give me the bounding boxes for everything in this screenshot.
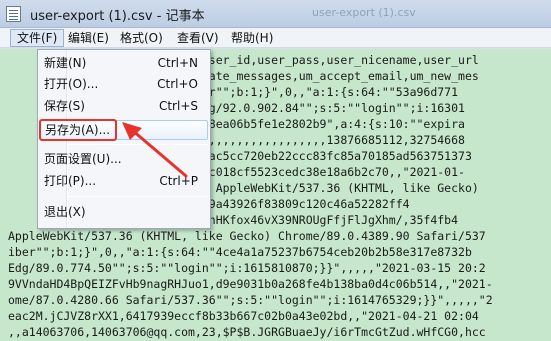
annotation-highlight-box [39, 119, 117, 141]
text-line: eac2M.jCJVZ8rXX1,6417939eccf8b33b667c02b… [8, 309, 479, 323]
menu-item-label: 打开(O)... [44, 77, 99, 91]
text-line: ,,a14063706,14063706@qq.com,23,$P$B.JGRG… [8, 325, 486, 339]
text-line: ome/87.0.4280.66 Safari/537.36"";s:5:""l… [8, 293, 493, 307]
title-bar: user-export (1).csv - 记事本 user-export (1… [0, 0, 551, 28]
menu-item-shortcut: Ctrl+O [157, 77, 198, 91]
menu-format[interactable]: 格式(O) [114, 29, 169, 47]
menu-help[interactable]: 帮助(H) [225, 29, 279, 47]
menu-view[interactable]: 查看(V) [171, 29, 225, 47]
window-title: user-export (1).csv - 记事本 [30, 9, 205, 24]
text-line: AppleWebKit/537.36 (KHTML, like Gecko) C… [8, 229, 486, 243]
menu-item-label: 退出(X) [44, 205, 86, 219]
menu-bar: 文件(F) 编辑(E) 格式(O) 查看(V) 帮助(H) [0, 28, 551, 48]
annotation-arrow-icon [122, 122, 188, 178]
text-line: iber"";b:1;}",0,,"a:1:{s:64:""4ce4a1a752… [8, 245, 472, 259]
menu-separator [68, 196, 208, 197]
text-line: Edg/89.0.774.50"";s:5:""login"";i:161581… [8, 261, 486, 275]
menu-file[interactable]: 文件(F) [10, 29, 65, 47]
menu-item-save[interactable]: 保存(S) Ctrl+S [40, 96, 208, 116]
notepad-app-icon [6, 6, 21, 22]
menu-item-open[interactable]: 打开(O)... Ctrl+O [40, 74, 208, 94]
menu-item-label: 保存(S) [44, 99, 85, 113]
text-line: 9VVndaHD4BpQEIZFvHb9nagRHJuo1,d9e9031b0a… [8, 277, 493, 291]
menu-item-exit[interactable]: 退出(X) [40, 202, 208, 222]
menu-item-label: 打印(P)... [44, 174, 97, 188]
menu-item-label: 新建(N) [44, 56, 87, 70]
menu-item-shortcut: Ctrl+N [157, 56, 198, 70]
menu-item-shortcut: Ctrl+S [158, 99, 198, 113]
menu-item-label: 页面设置(U)... [44, 152, 122, 166]
background-window-title: user-export (1).csv [312, 6, 416, 19]
menu-item-new[interactable]: 新建(N) Ctrl+N [40, 53, 208, 73]
menu-edit[interactable]: 编辑(E) [62, 29, 115, 47]
